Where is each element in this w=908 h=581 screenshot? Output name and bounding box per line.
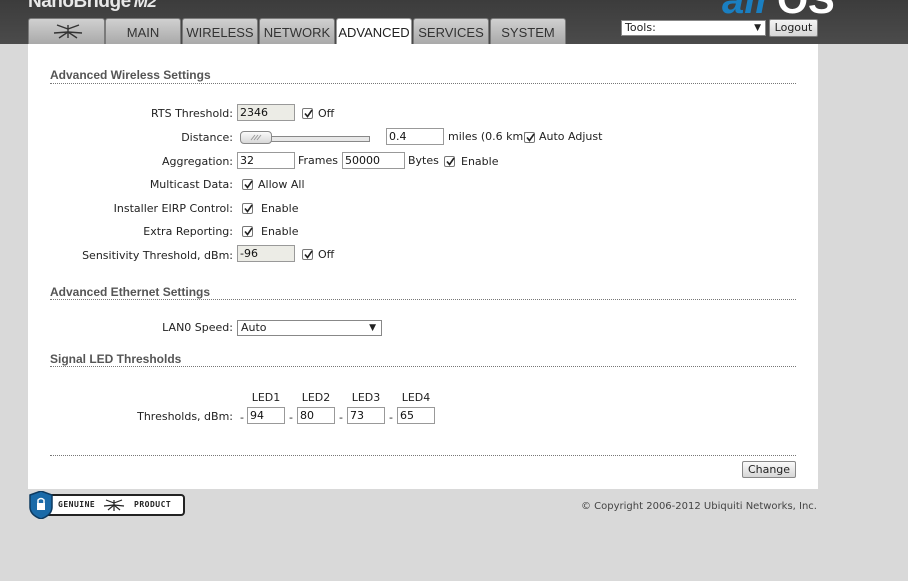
chevron-down-icon: ▼ [369, 323, 376, 333]
ethernet-section-title: Advanced Ethernet Settings [50, 285, 211, 299]
ubiquiti-logo-icon [53, 24, 83, 39]
check-icon [526, 133, 535, 142]
check-icon [244, 180, 253, 189]
extra-reporting-label: Extra Reporting: [143, 225, 233, 238]
led4-input[interactable]: 65 [397, 407, 435, 424]
thresholds-label: Thresholds, dBm: [137, 410, 233, 423]
genuine-product-badge: GENUINE PRODUCT [28, 490, 186, 520]
change-button[interactable]: Change [742, 461, 796, 478]
device-name: NanoBridge [28, 0, 131, 12]
led3-header: LED3 [351, 391, 381, 404]
device-suffix: M2 [133, 0, 157, 11]
tab-advanced[interactable]: ADVANCED [336, 18, 412, 45]
distance-input[interactable]: 0.4 [386, 128, 444, 145]
tools-select-value: Tools: [625, 21, 656, 34]
chevron-down-icon: ▼ [754, 23, 761, 33]
product-text: PRODUCT [134, 500, 172, 509]
check-icon [446, 157, 455, 166]
tab-main[interactable]: MAIN [105, 18, 181, 44]
check-icon [244, 227, 253, 236]
led4-header: LED4 [401, 391, 431, 404]
check-icon [304, 250, 313, 259]
rts-off-checkbox[interactable] [302, 108, 313, 119]
eirp-label: Installer EIRP Control: [113, 202, 233, 215]
sensitivity-input[interactable]: -96 [237, 245, 295, 262]
tab-home-logo[interactable] [28, 18, 105, 44]
tab-services[interactable]: SERVICES [413, 18, 489, 44]
multicast-label: Multicast Data: [149, 178, 233, 191]
top-bar: NanoBridge M2 air OS MAIN WIRELESS NETWORK… [0, 0, 908, 45]
led-section-title: Signal LED Thresholds [50, 352, 182, 366]
lan0-speed-select[interactable]: Auto ▼ [237, 320, 382, 336]
logout-button[interactable]: Logout [769, 19, 818, 37]
multicast-option-label: Allow All [258, 178, 305, 191]
extra-reporting-checkbox[interactable] [242, 226, 253, 237]
distance-unit: miles (0.6 km) [448, 130, 528, 143]
eirp-option-label: Enable [261, 202, 299, 215]
led3-minus: - [339, 411, 343, 424]
device-brand: NanoBridge M2 [28, 0, 157, 13]
sensitivity-off-label: Off [318, 248, 335, 261]
distance-slider-handle[interactable] [240, 131, 272, 144]
auto-adjust-checkbox[interactable] [524, 132, 535, 143]
tab-system[interactable]: SYSTEM [490, 18, 566, 44]
bytes-label: Bytes [408, 154, 439, 167]
copyright-text: © Copyright 2006-2012 Ubiquiti Networks,… [581, 501, 817, 512]
wireless-divider [50, 83, 796, 84]
aggregation-enable-checkbox[interactable] [444, 156, 455, 167]
sensitivity-label: Sensitivity Threshold, dBm: [82, 249, 233, 262]
frames-label: Frames [298, 154, 339, 167]
airos-logo-air: air [722, 0, 771, 22]
aggregation-enable-label: Enable [461, 155, 499, 168]
sensitivity-off-checkbox[interactable] [302, 249, 313, 260]
check-icon [304, 109, 313, 118]
lan0-speed-value: Auto [241, 321, 267, 334]
aggregation-label: Aggregation: [161, 155, 233, 168]
eirp-checkbox[interactable] [242, 203, 253, 214]
distance-label: Distance: [181, 131, 233, 144]
aggregation-frames-input[interactable]: 32 [237, 152, 295, 169]
grip-icon [250, 134, 262, 141]
led1-input[interactable]: 94 [247, 407, 285, 424]
led1-minus: - [240, 411, 244, 424]
tab-network[interactable]: NETWORK [259, 18, 335, 44]
advanced-settings-panel: Advanced Wireless Settings RTS Threshold… [28, 44, 818, 489]
led2-minus: - [289, 411, 293, 424]
check-icon [244, 204, 253, 213]
multicast-checkbox[interactable] [242, 179, 253, 190]
led2-header: LED2 [301, 391, 331, 404]
genuine-text: GENUINE [58, 500, 96, 509]
bottom-divider [50, 455, 796, 456]
wireless-section-title: Advanced Wireless Settings [50, 68, 211, 82]
led-divider [50, 366, 796, 367]
rts-off-label: Off [318, 107, 335, 120]
auto-adjust-label: Auto Adjust [539, 130, 603, 143]
lan0-speed-label: LAN0 Speed: [162, 321, 233, 334]
extra-reporting-option-label: Enable [261, 225, 299, 238]
led3-input[interactable]: 73 [347, 407, 385, 424]
ethernet-divider [50, 299, 796, 300]
aggregation-bytes-input[interactable]: 50000 [342, 152, 405, 169]
tab-wireless[interactable]: WIRELESS [182, 18, 258, 44]
tools-select[interactable]: Tools: ▼ [621, 20, 766, 36]
led4-minus: - [389, 411, 393, 424]
led1-header: LED1 [251, 391, 281, 404]
led2-input[interactable]: 80 [297, 407, 335, 424]
rts-threshold-label: RTS Threshold: [151, 107, 233, 120]
rts-threshold-input[interactable]: 2346 [237, 104, 295, 121]
